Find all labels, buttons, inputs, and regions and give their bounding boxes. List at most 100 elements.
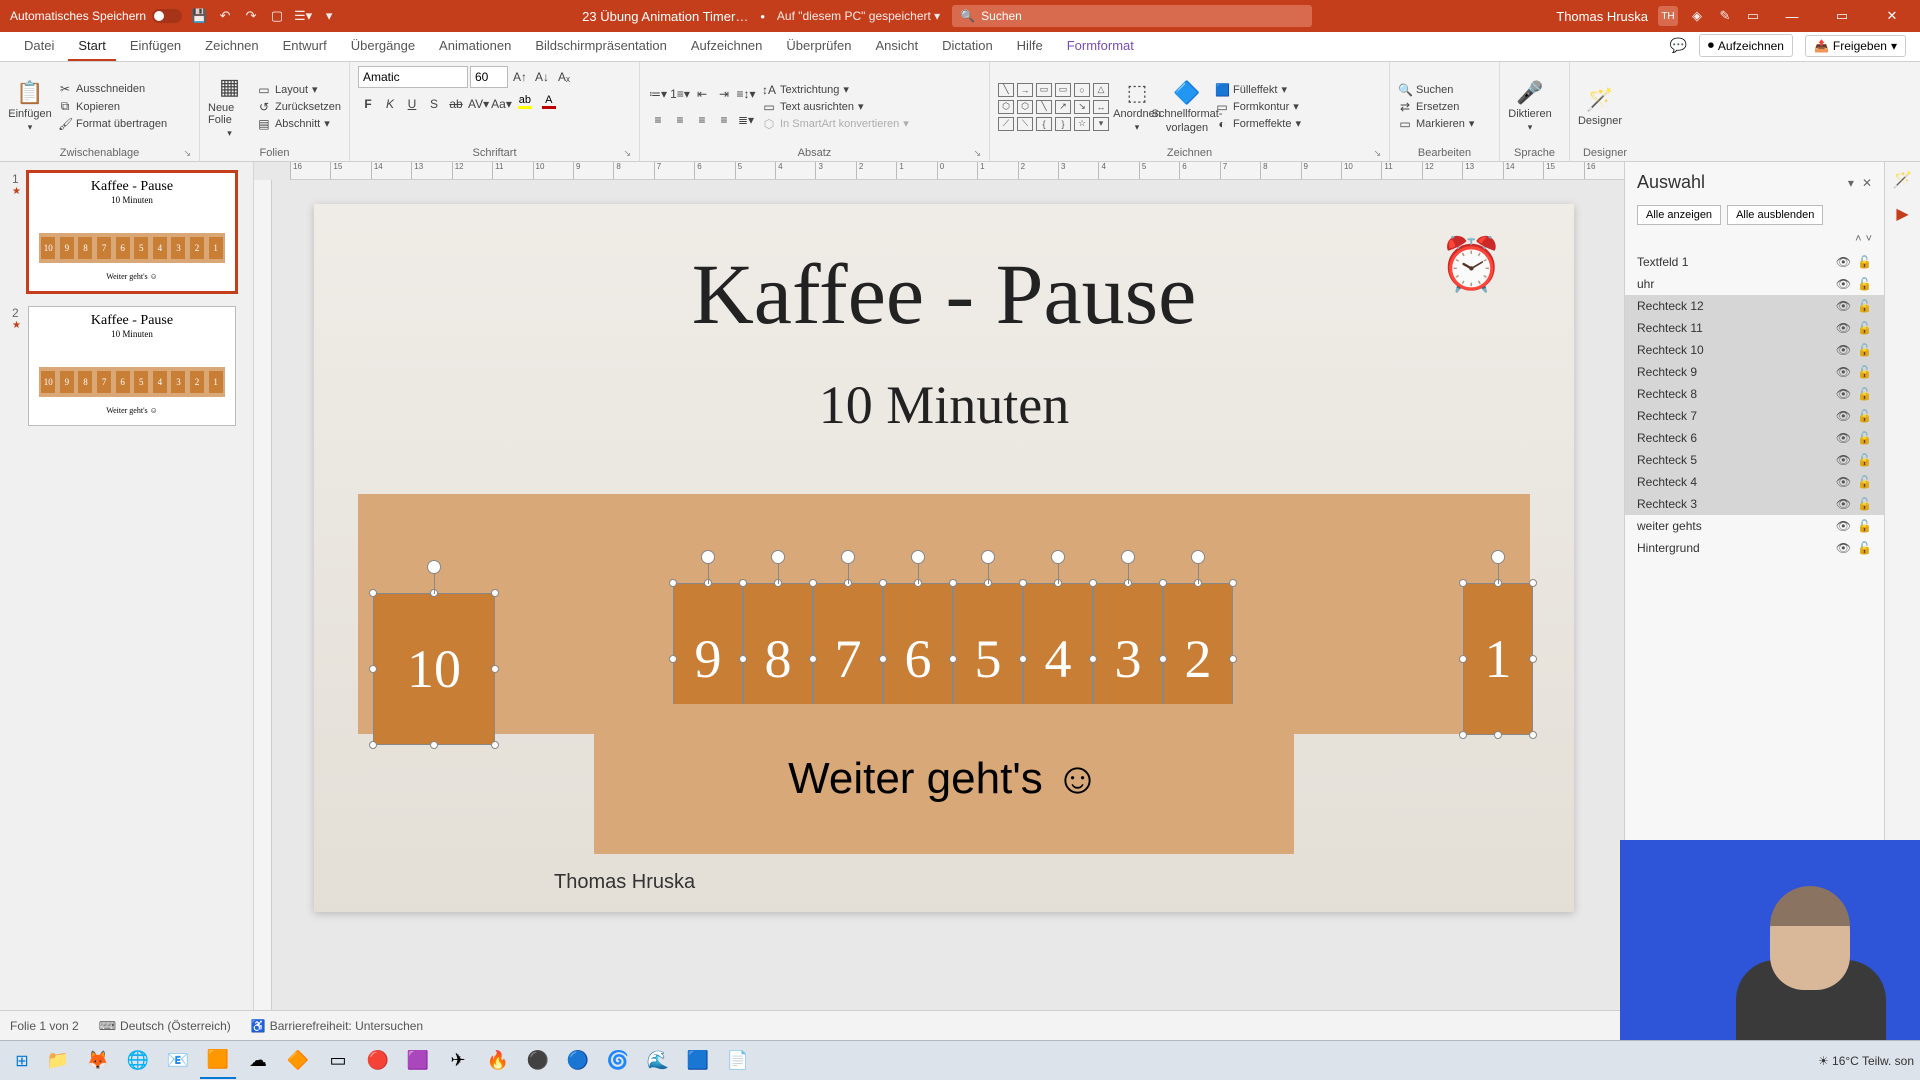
- lock-icon[interactable]: 🔓: [1857, 255, 1872, 269]
- diamond-icon[interactable]: ◈: [1688, 7, 1706, 25]
- visibility-icon[interactable]: 👁: [1836, 475, 1851, 489]
- selection-item[interactable]: uhr👁🔓: [1625, 273, 1884, 295]
- app-icon-6[interactable]: 📄: [720, 1043, 756, 1079]
- tab-dictation[interactable]: Dictation: [932, 33, 1003, 61]
- align-text-button[interactable]: ▭Text ausrichten ▾: [762, 100, 909, 114]
- designer-side-icon[interactable]: 🪄: [1893, 170, 1913, 190]
- ribbon-display-icon[interactable]: ▭: [1744, 7, 1762, 25]
- record-button[interactable]: ⏺ Aufzeichnen: [1699, 34, 1793, 57]
- decrease-font-icon[interactable]: A↓: [532, 67, 552, 87]
- comments-button[interactable]: 💬: [1669, 37, 1686, 54]
- obs-icon[interactable]: ⚫: [520, 1043, 556, 1079]
- selection-item[interactable]: Rechteck 10👁🔓: [1625, 339, 1884, 361]
- cut-button[interactable]: ✂Ausschneiden: [58, 82, 167, 96]
- shape-gallery[interactable]: ╲→▭▭○△ ⬡⬡╲↗↘↔ ⟋⟍{}☆▾: [998, 83, 1109, 131]
- tab-ueberpruefen[interactable]: Überprüfen: [776, 33, 861, 61]
- dictate-button[interactable]: 🎤Diktieren▾: [1508, 80, 1552, 133]
- selection-item[interactable]: Rechteck 7👁🔓: [1625, 405, 1884, 427]
- slide-edit-area[interactable]: 1615141312111098765432101234567891011121…: [254, 162, 1624, 1050]
- selection-item[interactable]: Rechteck 11👁🔓: [1625, 317, 1884, 339]
- lock-icon[interactable]: 🔓: [1857, 277, 1872, 291]
- replace-button[interactable]: ⇄Ersetzen: [1398, 100, 1474, 114]
- shadow-button[interactable]: S: [424, 94, 444, 114]
- maximize-button[interactable]: ▭: [1822, 0, 1862, 32]
- justify-button[interactable]: ≡: [714, 110, 734, 130]
- slide-title-text[interactable]: Kaffee - Pause: [314, 244, 1574, 344]
- weather-tray[interactable]: ☀ 16°C Teilw. son: [1818, 1054, 1914, 1068]
- quick-styles-button[interactable]: 🔷Schnellformat-vorlagen: [1165, 80, 1209, 134]
- selection-item[interactable]: Rechteck 12👁🔓: [1625, 295, 1884, 317]
- user-avatar[interactable]: TH: [1658, 6, 1678, 26]
- align-center-button[interactable]: ≡: [670, 110, 690, 130]
- share-button[interactable]: 📤 Freigeben ▾: [1805, 35, 1906, 57]
- visibility-icon[interactable]: 👁: [1836, 431, 1851, 445]
- saved-location[interactable]: Auf "diesem PC" gespeichert ▾: [777, 9, 940, 23]
- tab-datei[interactable]: Datei: [14, 33, 64, 61]
- word-icon[interactable]: 🟦: [680, 1043, 716, 1079]
- powerpoint-icon[interactable]: 🟧: [200, 1043, 236, 1079]
- language-status[interactable]: ⌨ Deutsch (Österreich): [99, 1019, 231, 1033]
- select-button[interactable]: ▭Markieren ▾: [1398, 117, 1474, 131]
- designer-button[interactable]: 🪄Designer: [1578, 87, 1622, 127]
- columns-button[interactable]: ≣▾: [736, 110, 756, 130]
- bold-button[interactable]: F: [358, 94, 378, 114]
- app-icon-5[interactable]: 🌀: [600, 1043, 636, 1079]
- timer-number-box-1[interactable]: 1⟳: [1464, 584, 1532, 734]
- lock-icon[interactable]: 🔓: [1857, 497, 1872, 511]
- char-spacing-button[interactable]: AV▾: [468, 94, 489, 114]
- lock-icon[interactable]: 🔓: [1857, 519, 1872, 533]
- slide-subtitle-text[interactable]: 10 Minuten: [314, 374, 1574, 436]
- minimize-button[interactable]: ―: [1772, 0, 1812, 32]
- visibility-icon[interactable]: 👁: [1836, 519, 1851, 533]
- selection-item[interactable]: Rechteck 9👁🔓: [1625, 361, 1884, 383]
- tab-einfuegen[interactable]: Einfügen: [120, 33, 191, 61]
- edge-icon[interactable]: 🌊: [640, 1043, 676, 1079]
- copy-button[interactable]: ⧉Kopieren: [58, 99, 167, 114]
- move-down-icon[interactable]: ˅: [1866, 233, 1872, 245]
- timer-number-box-10[interactable]: 10⟳: [374, 594, 494, 744]
- lock-icon[interactable]: 🔓: [1857, 299, 1872, 313]
- start-button[interactable]: ⊞: [6, 1045, 38, 1077]
- change-case-button[interactable]: Aa▾: [491, 94, 512, 114]
- file-explorer-icon[interactable]: 📁: [40, 1043, 76, 1079]
- tab-hilfe[interactable]: Hilfe: [1007, 33, 1053, 61]
- new-slide-button[interactable]: ▦Neue Folie▾: [208, 74, 251, 139]
- selection-item[interactable]: Rechteck 6👁🔓: [1625, 427, 1884, 449]
- slide-canvas[interactable]: Kaffee - Pause 10 Minuten ⏰ 10⟳9⟳8⟳7⟳6⟳5…: [314, 204, 1574, 912]
- thumbnail-2[interactable]: Kaffee - Pause 10 Minuten 10987654321 We…: [28, 306, 236, 426]
- font-size-combo[interactable]: 60: [470, 66, 508, 88]
- layout-button[interactable]: ▭Layout ▾: [257, 83, 341, 97]
- highlight-color-button[interactable]: ab: [514, 94, 536, 114]
- visibility-icon[interactable]: 👁: [1836, 409, 1851, 423]
- accessibility-status[interactable]: ♿ Barrierefreiheit: Untersuchen: [251, 1019, 423, 1033]
- visibility-icon[interactable]: 👁: [1836, 387, 1851, 401]
- shape-effects-button[interactable]: ◐Formeffekte ▾: [1215, 117, 1301, 131]
- tab-uebergaenge[interactable]: Übergänge: [341, 33, 425, 61]
- visibility-icon[interactable]: 👁: [1836, 343, 1851, 357]
- save-icon[interactable]: 💾: [190, 7, 208, 25]
- visibility-icon[interactable]: 👁: [1836, 321, 1851, 335]
- animation-side-icon[interactable]: ▶: [1896, 204, 1908, 224]
- app-icon-4[interactable]: 🔥: [480, 1043, 516, 1079]
- visibility-icon[interactable]: 👁: [1836, 453, 1851, 467]
- lock-icon[interactable]: 🔓: [1857, 321, 1872, 335]
- tab-ansicht[interactable]: Ansicht: [865, 33, 928, 61]
- tab-formformat[interactable]: Formformat: [1057, 33, 1144, 61]
- slide-counter[interactable]: Folie 1 von 2: [10, 1019, 79, 1033]
- lock-icon[interactable]: 🔓: [1857, 541, 1872, 555]
- visibility-icon[interactable]: 👁: [1836, 497, 1851, 511]
- numbering-button[interactable]: 1≡▾: [670, 84, 690, 104]
- selection-item[interactable]: Rechteck 3👁🔓: [1625, 493, 1884, 515]
- selection-item[interactable]: Textfeld 1👁🔓: [1625, 251, 1884, 273]
- drawing-launcher-icon[interactable]: ↘: [1373, 148, 1381, 159]
- telegram-icon[interactable]: ✈: [440, 1043, 476, 1079]
- lock-icon[interactable]: 🔓: [1857, 343, 1872, 357]
- arrange-button[interactable]: ⬚Anordnen▾: [1115, 80, 1159, 133]
- lock-icon[interactable]: 🔓: [1857, 453, 1872, 467]
- close-pane-icon[interactable]: ✕: [1862, 176, 1872, 190]
- undo-icon[interactable]: ↶: [216, 7, 234, 25]
- lock-icon[interactable]: 🔓: [1857, 431, 1872, 445]
- text-direction-button[interactable]: ↕ATextrichtung ▾: [762, 83, 909, 97]
- search-input[interactable]: 🔍 Suchen: [952, 5, 1312, 27]
- tab-bildschirmpraesentation[interactable]: Bildschirmpräsentation: [525, 33, 677, 61]
